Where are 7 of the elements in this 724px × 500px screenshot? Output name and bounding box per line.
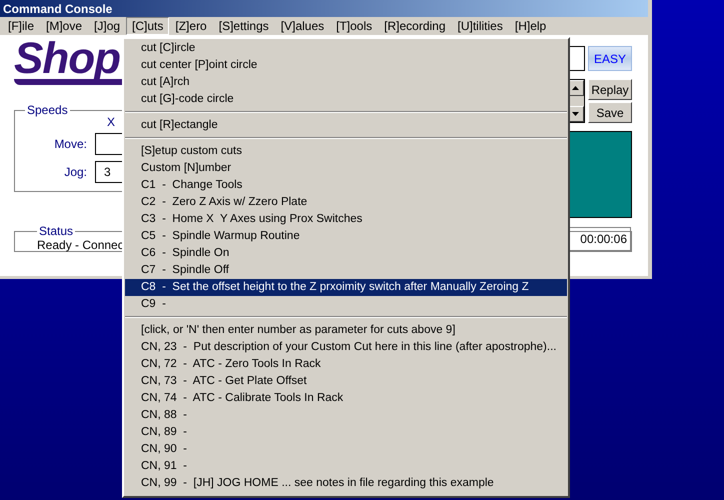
group-label: Status xyxy=(38,224,74,238)
window-title: Command Console xyxy=(0,0,648,17)
column-label: X xyxy=(107,117,116,127)
group-label: Speeds xyxy=(26,103,69,117)
status-text: Ready - Connec xyxy=(37,238,124,252)
field-label: Move: xyxy=(53,137,87,151)
field-label: Jog: xyxy=(63,165,87,179)
